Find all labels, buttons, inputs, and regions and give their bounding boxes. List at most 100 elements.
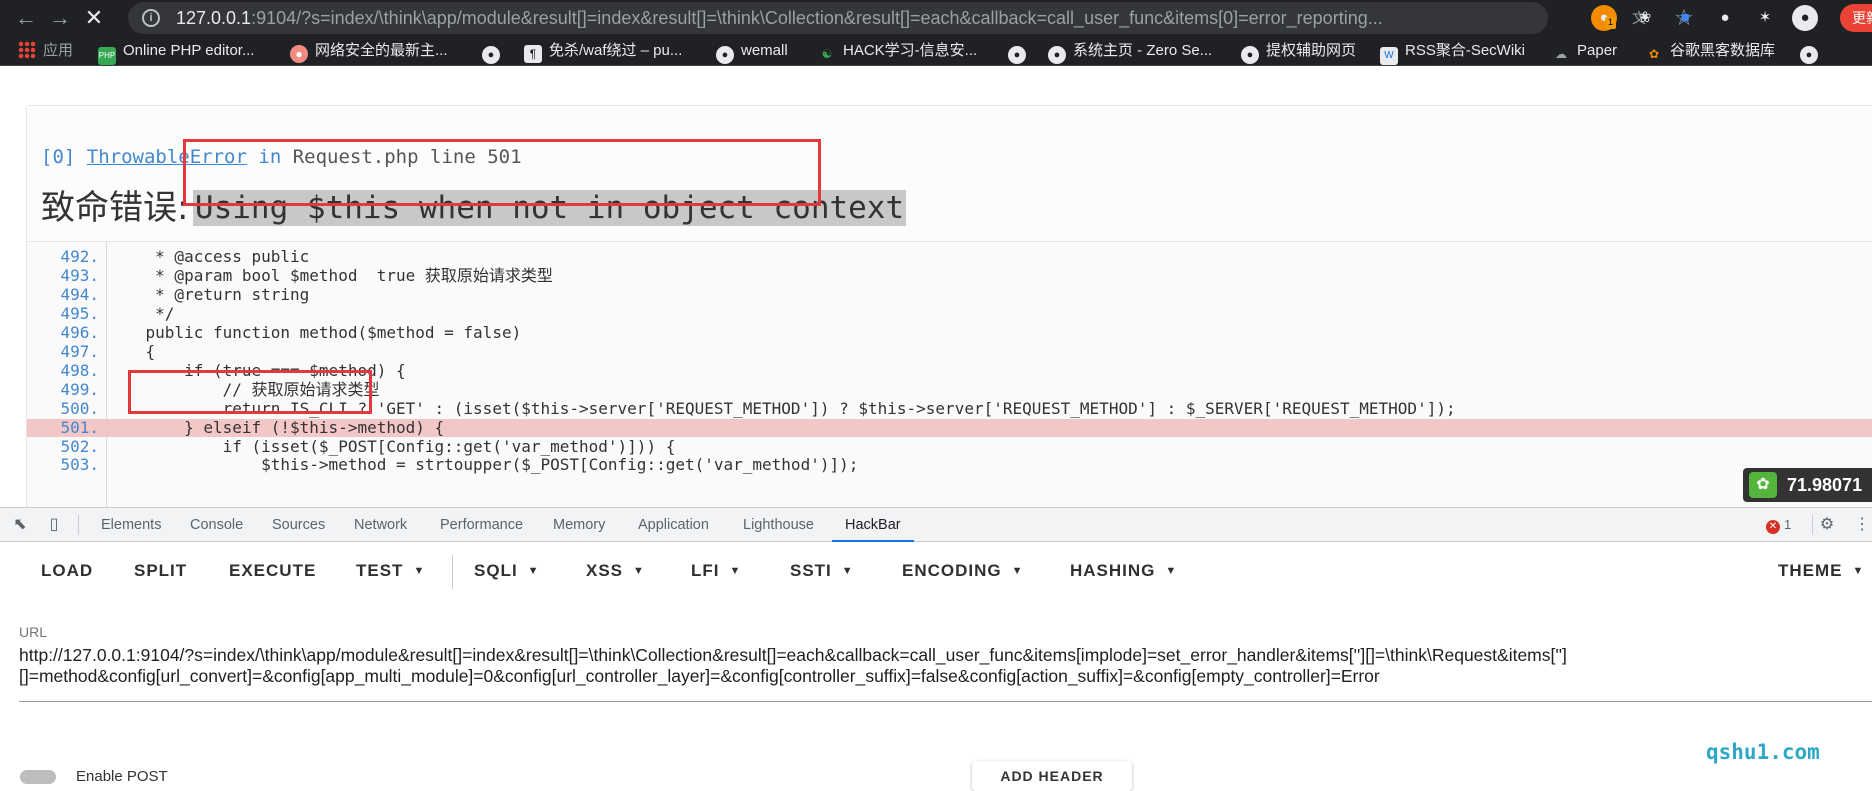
tab-performance[interactable]: Performance: [440, 508, 523, 542]
hashing-menu-button[interactable]: HASHING ▼: [1070, 543, 1177, 599]
code-text: * @param bool $method true 获取原始请求类型: [107, 265, 553, 285]
bookmark-globe-1[interactable]: ●: [482, 36, 507, 66]
chevron-down-icon: ▼: [527, 565, 540, 577]
code-text: if (isset($_POST[Config::get('var_method…: [107, 436, 676, 456]
line-number: 493.: [60, 265, 99, 285]
tab-elements[interactable]: Elements: [101, 508, 161, 542]
url-textarea[interactable]: http://127.0.0.1:9104/?s=index/\think\ap…: [19, 645, 1859, 687]
line-number: 498.: [60, 360, 99, 380]
enable-post-toggle[interactable]: [20, 770, 56, 784]
floating-speed-badge[interactable]: ✿ 71.98071: [1743, 468, 1872, 502]
extension-tampermonkey-icon[interactable]: ● 1: [1591, 5, 1617, 31]
globe-icon: ●: [1241, 46, 1259, 64]
tab-application[interactable]: Application: [638, 508, 709, 542]
tab-sources[interactable]: Sources: [272, 508, 325, 542]
bookmark-paper[interactable]: ☁ Paper: [1552, 36, 1617, 66]
bookmark-privilege-escalation[interactable]: ● 提权辅助网页: [1241, 36, 1356, 66]
inspect-element-icon[interactable]: ⬉: [10, 515, 30, 535]
update-button[interactable]: 更新: [1840, 4, 1872, 32]
exception-index: [0]: [41, 146, 76, 168]
code-text: */: [107, 303, 175, 323]
bookmark-apps[interactable]: 应用: [18, 36, 73, 66]
code-text: * @access public: [107, 247, 310, 266]
ssti-menu-button[interactable]: SSTI ▼: [790, 543, 854, 599]
chat-bubble-icon: ●: [290, 45, 308, 63]
load-button[interactable]: LOAD: [41, 543, 93, 599]
settings-gear-icon[interactable]: ⚙: [1817, 515, 1837, 535]
tab-lighthouse[interactable]: Lighthouse: [743, 508, 814, 542]
lfi-menu-button[interactable]: LFI ▼: [691, 543, 741, 599]
extension-flower-icon[interactable]: ❀: [1632, 5, 1658, 31]
globe-icon: ●: [482, 46, 500, 64]
bookmark-globe-2[interactable]: ●: [1008, 36, 1033, 66]
url-field-underline: [19, 701, 1872, 702]
tab-network[interactable]: Network: [354, 508, 407, 542]
enable-post-label: Enable POST: [76, 768, 168, 785]
console-error-counter[interactable]: ✕ 1: [1766, 516, 1791, 534]
bookmark-ghdb[interactable]: ✿ 谷歌黑客数据库: [1645, 36, 1775, 66]
secwiki-icon: W: [1380, 47, 1398, 65]
code-line: 501. } elseif (!$this->method) {: [27, 417, 1872, 438]
leaf-icon: ✿: [1749, 472, 1777, 498]
more-options-icon[interactable]: ⋮: [1852, 515, 1872, 535]
extension-pdf-icon[interactable]: ■: [1672, 5, 1698, 31]
browser-toolbar: ← → ✕ i 127.0.0.1:9104/?s=index/\think\a…: [0, 0, 1872, 36]
bookmark-secwiki[interactable]: W RSS聚合-SecWiki: [1380, 36, 1525, 66]
stop-loading-icon[interactable]: ✕: [80, 4, 108, 32]
code-line: 492. * @access public: [27, 247, 1872, 267]
annotation-box-error-message: [183, 139, 821, 206]
code-text: $this->method = strtoupper($_POST[Config…: [107, 455, 859, 475]
line-number: 497.: [60, 341, 99, 361]
encoding-menu-button[interactable]: ENCODING ▼: [902, 543, 1024, 599]
globe-icon: ●: [716, 46, 734, 64]
forward-arrow-icon[interactable]: →: [46, 4, 74, 32]
execute-button[interactable]: EXECUTE: [229, 543, 316, 599]
bookmark-php-editor[interactable]: PHP Online PHP editor...: [98, 36, 254, 66]
line-number: 500.: [60, 398, 99, 418]
line-number: 503.: [60, 455, 99, 475]
annotation-box-elseif-line: [128, 370, 372, 414]
test-menu-button[interactable]: TEST ▼: [356, 543, 425, 599]
bookmark-globe-3[interactable]: ●: [1800, 36, 1825, 66]
code-text: } elseif (!$this->method) {: [107, 417, 445, 437]
add-header-button[interactable]: ADD HEADER: [972, 761, 1132, 791]
line-number: 501.: [60, 417, 99, 437]
url-field-label: URL: [19, 624, 48, 640]
extension-wechat-icon[interactable]: ●: [1712, 5, 1738, 31]
chevron-down-icon: ▼: [841, 565, 854, 577]
tab-console[interactable]: Console: [190, 508, 243, 542]
xss-menu-button[interactable]: XSS ▼: [586, 543, 645, 599]
info-icon[interactable]: i: [142, 9, 160, 27]
hack-icon: ☯: [821, 47, 833, 61]
bookmark-zero-sec[interactable]: ● 系统主页 - Zero Se...: [1048, 36, 1212, 66]
back-arrow-icon[interactable]: ←: [12, 4, 40, 32]
bookmark-security-news[interactable]: ● 网络安全的最新主...: [290, 36, 448, 66]
code-line: 495. */: [27, 303, 1872, 324]
sqli-menu-button[interactable]: SQLI ▼: [474, 543, 540, 599]
extensions-puzzle-icon[interactable]: ✶: [1752, 5, 1778, 31]
bookmark-hack-study[interactable]: ☯ HACK学习-信息安...: [818, 36, 978, 66]
profile-avatar-icon[interactable]: ●: [1792, 5, 1818, 31]
devtools-panel: ⬉ ▯ Elements Console Sources Network Per…: [0, 507, 1872, 785]
tab-memory[interactable]: Memory: [553, 508, 605, 542]
line-number: 502.: [60, 436, 99, 456]
code-line: 503. $this->method = strtoupper($_POST[C…: [27, 455, 1872, 475]
device-toolbar-icon[interactable]: ▯: [44, 515, 64, 535]
paper-icon: ☁: [1555, 47, 1567, 61]
theme-menu-button[interactable]: THEME ▼: [1778, 543, 1864, 599]
fatal-error-label: 致命错误:: [41, 188, 189, 228]
tab-hackbar[interactable]: HackBar: [832, 508, 914, 542]
bookmark-waf-bypass[interactable]: ¶ 免杀/waf绕过 – pu...: [524, 36, 682, 66]
apps-grid-icon: [18, 41, 36, 59]
watermark: qshu1.com: [1706, 740, 1820, 764]
address-bar-url[interactable]: 127.0.0.1:9104/?s=index/\think\app/modul…: [176, 8, 1616, 28]
line-number: 492.: [60, 247, 99, 266]
split-button[interactable]: SPLIT: [134, 543, 187, 599]
code-line: 496. public function method($method = fa…: [27, 323, 1872, 343]
chevron-down-icon: ▼: [1011, 565, 1024, 577]
error-x-icon: ✕: [1766, 520, 1780, 534]
globe-icon: ●: [1048, 46, 1066, 64]
address-bar[interactable]: i 127.0.0.1:9104/?s=index/\think\app/mod…: [128, 2, 1694, 34]
bookmark-wemall[interactable]: ● wemall: [716, 36, 788, 66]
code-text: * @return string: [107, 284, 310, 304]
